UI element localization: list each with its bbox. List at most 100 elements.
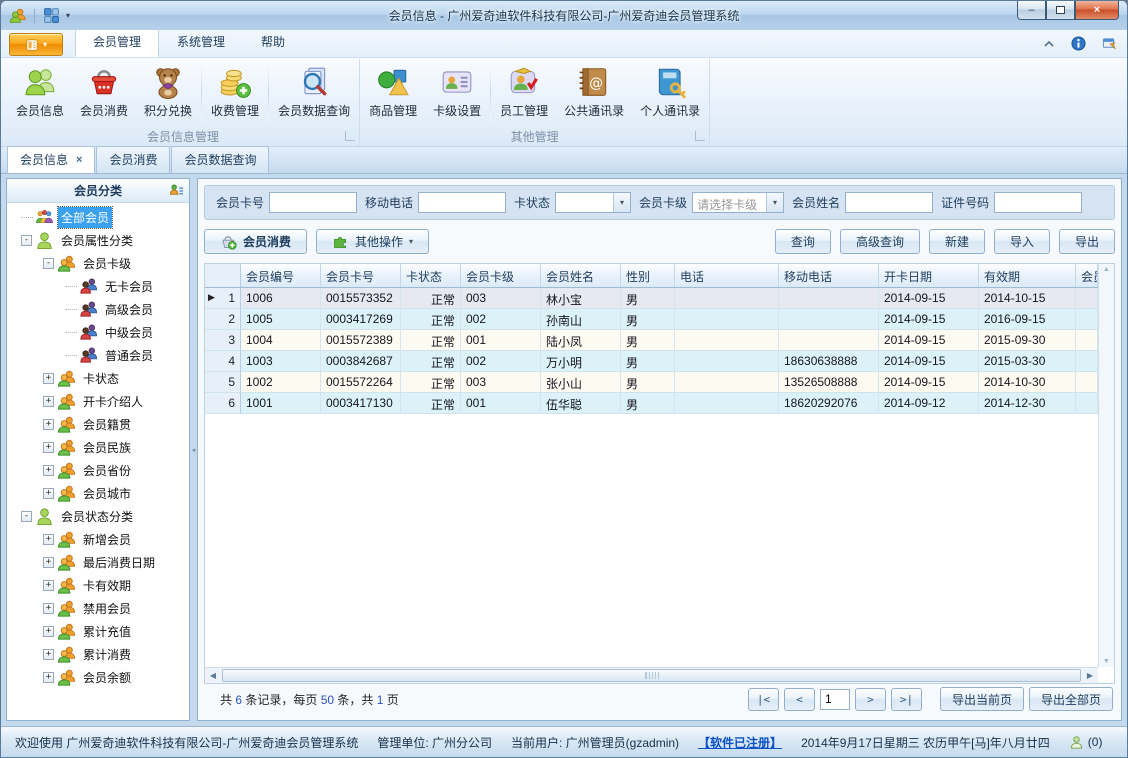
table-row[interactable]: 5 1002 0015572264 正常 003 张小山男 13526508888 2014-…	[205, 372, 1098, 393]
pager-button->[interactable]: >	[854, 687, 886, 711]
column-header-会员姓名[interactable]: 会员姓名	[541, 264, 621, 287]
column-header-会员[interactable]: 会员	[1076, 264, 1098, 287]
tree-item-最后消费日期[interactable]: + 最后消费日期	[7, 551, 189, 574]
tree-expander-expand[interactable]: +	[43, 534, 54, 545]
horizontal-scrollbar[interactable]: ◀ ▶	[205, 667, 1098, 683]
qat-dropdown-icon[interactable]: ▾	[66, 11, 70, 20]
tree-expander-collapse[interactable]: -	[21, 235, 32, 246]
table-row[interactable]: 1 ▶ 1006 0015573352 正常 003 林小宝男 2014-09-15 2014-…	[205, 288, 1098, 309]
column-header-卡状态[interactable]: 卡状态	[401, 264, 461, 287]
table-row[interactable]: 3 1004 0015572389 正常 001 陆小凤男 2014-09-15 2015-0…	[205, 330, 1098, 351]
tree-expander-expand[interactable]: +	[43, 373, 54, 384]
tree-item-会员卡级[interactable]: - 会员卡级	[7, 252, 189, 275]
action-button-导出[interactable]: 导出	[1058, 228, 1115, 254]
doc-tab-close-icon[interactable]: ×	[76, 154, 82, 166]
ribbon-item-会员信息[interactable]: 会员信息	[8, 59, 72, 127]
tree-item-累计消费[interactable]: + 累计消费	[7, 643, 189, 666]
tree-item-普通会员[interactable]: 普通会员	[7, 344, 189, 367]
table-row[interactable]: 4 1003 0003842687 正常 002 万小明男 18630638888 2014-…	[205, 351, 1098, 372]
grid-indicator-header[interactable]	[205, 264, 241, 287]
column-header-性别[interactable]: 性别	[621, 264, 675, 287]
tree-expander-expand[interactable]: +	[43, 396, 54, 407]
tree-item-卡有效期[interactable]: + 卡有效期	[7, 574, 189, 597]
ribbon-tab-会员管理[interactable]: 会员管理	[75, 27, 160, 57]
filter-input-会员卡号[interactable]	[269, 192, 358, 213]
tree-item-卡状态[interactable]: + 卡状态	[7, 367, 189, 390]
scroll-left-icon[interactable]: ◀	[205, 668, 221, 683]
ribbon-item-公共通讯录[interactable]: @ 公共通讯录	[556, 59, 632, 127]
action-button-查询[interactable]: 查询	[774, 228, 831, 254]
pager-button-<[interactable]: <	[783, 687, 815, 711]
table-row[interactable]: 2 1005 0003417269 正常 002 孙南山男 2014-09-15 2016-0…	[205, 309, 1098, 330]
pager-button-|<[interactable]: |<	[747, 687, 779, 711]
action-button-高级查询[interactable]: 高级查询	[839, 228, 920, 254]
tree-item-会员省份[interactable]: + 会员省份	[7, 459, 189, 482]
doc-tab-会员消费[interactable]: 会员消费	[96, 146, 171, 173]
feedback-icon[interactable]	[1102, 36, 1117, 51]
filter-combo-会员卡级[interactable]: 请选择卡级 ▾	[692, 192, 785, 213]
page-number-input[interactable]	[819, 688, 850, 710]
export-all-pages-button[interactable]: 导出全部页	[1028, 687, 1113, 711]
splitter-collapse-icon[interactable]: ◂	[192, 446, 196, 454]
vertical-scrollbar[interactable]: ▲ ▼	[1098, 264, 1114, 667]
tree-expander-expand[interactable]: +	[43, 580, 54, 591]
action-button-新建[interactable]: 新建	[928, 228, 985, 254]
layout-grid-icon[interactable]	[43, 7, 60, 24]
close-button[interactable]: ×	[1075, 1, 1119, 20]
ribbon-item-卡级设置[interactable]: 卡级设置	[425, 59, 489, 127]
table-row[interactable]: 6 1001 0003417130 正常 001 伍华聪男 18620292076 2014-…	[205, 393, 1098, 414]
software-registered-link[interactable]: 【软件已注册】	[698, 734, 782, 751]
scroll-down-icon[interactable]: ▼	[1103, 658, 1110, 665]
tree-expander-expand[interactable]: +	[43, 488, 54, 499]
toolbar-button-会员消费[interactable]: 会员消费	[204, 228, 308, 254]
doc-tab-会员数据查询[interactable]: 会员数据查询	[171, 146, 270, 173]
tree-item-会员城市[interactable]: + 会员城市	[7, 482, 189, 505]
tree-expander-expand[interactable]: +	[43, 465, 54, 476]
tree-item-高级会员[interactable]: 高级会员	[7, 298, 189, 321]
ribbon-item-个人通讯录[interactable]: 个人通讯录	[632, 59, 708, 127]
export-current-page-button[interactable]: 导出当前页	[939, 687, 1024, 711]
tree-item-会员属性分类[interactable]: - 会员属性分类	[7, 229, 189, 252]
combo-dropdown-icon[interactable]: ▾	[766, 193, 784, 212]
tree-item-开卡介绍人[interactable]: + 开卡介绍人	[7, 390, 189, 413]
toolbar-button-其他操作[interactable]: 其他操作 ▾	[316, 228, 430, 254]
filter-input-会员姓名[interactable]	[845, 192, 934, 213]
tree-item-会员状态分类[interactable]: - 会员状态分类	[7, 505, 189, 528]
tree-item-新增会员[interactable]: + 新增会员	[7, 528, 189, 551]
ribbon-tab-帮助[interactable]: 帮助	[243, 27, 303, 57]
info-icon[interactable]	[1071, 36, 1086, 51]
minimize-button[interactable]: –	[1017, 1, 1046, 20]
collapse-ribbon-icon[interactable]	[1043, 40, 1055, 48]
restore-button[interactable]	[1046, 1, 1075, 20]
tree-item-会员余额[interactable]: + 会员余额	[7, 666, 189, 689]
ribbon-item-积分兑换[interactable]: 积分兑换	[136, 59, 200, 127]
application-menu-button[interactable]: ▾	[9, 33, 63, 56]
ribbon-item-员工管理[interactable]: 员工管理	[492, 59, 556, 127]
tree-expander-collapse[interactable]: -	[21, 511, 32, 522]
ribbon-tab-系统管理[interactable]: 系统管理	[159, 27, 243, 57]
tree-expander-expand[interactable]: +	[43, 672, 54, 683]
tree-expander-expand[interactable]: +	[43, 419, 54, 430]
action-button-导入[interactable]: 导入	[993, 228, 1050, 254]
tree-item-会员籍贯[interactable]: + 会员籍贯	[7, 413, 189, 436]
doc-tab-会员信息[interactable]: 会员信息 ×	[7, 146, 96, 173]
ribbon-item-商品管理[interactable]: 商品管理	[361, 59, 425, 127]
tree-expander-expand[interactable]: +	[43, 626, 54, 637]
column-header-开卡日期[interactable]: 开卡日期	[879, 264, 979, 287]
filter-combo-卡状态[interactable]: ▾	[555, 192, 632, 213]
column-header-会员卡级[interactable]: 会员卡级	[461, 264, 541, 287]
filter-input-移动电话[interactable]	[418, 192, 507, 213]
combo-dropdown-icon[interactable]: ▾	[613, 193, 631, 212]
column-header-会员卡号[interactable]: 会员卡号	[321, 264, 401, 287]
ribbon-item-会员数据查询[interactable]: 会员数据查询	[270, 59, 358, 127]
horizontal-scrollbar-thumb[interactable]	[222, 669, 1081, 682]
tree-item-累计充值[interactable]: + 累计充值	[7, 620, 189, 643]
tree-expander-expand[interactable]: +	[43, 557, 54, 568]
filter-input-证件号码[interactable]	[994, 192, 1083, 213]
scroll-up-icon[interactable]: ▲	[1103, 266, 1110, 273]
sidebar-splitter[interactable]: ◂	[190, 178, 197, 721]
ribbon-item-会员消费[interactable]: 会员消费	[72, 59, 136, 127]
tree-expander-expand[interactable]: +	[43, 649, 54, 660]
group-dialog-launcher-icon[interactable]	[345, 131, 356, 141]
tree-expander-expand[interactable]: +	[43, 442, 54, 453]
